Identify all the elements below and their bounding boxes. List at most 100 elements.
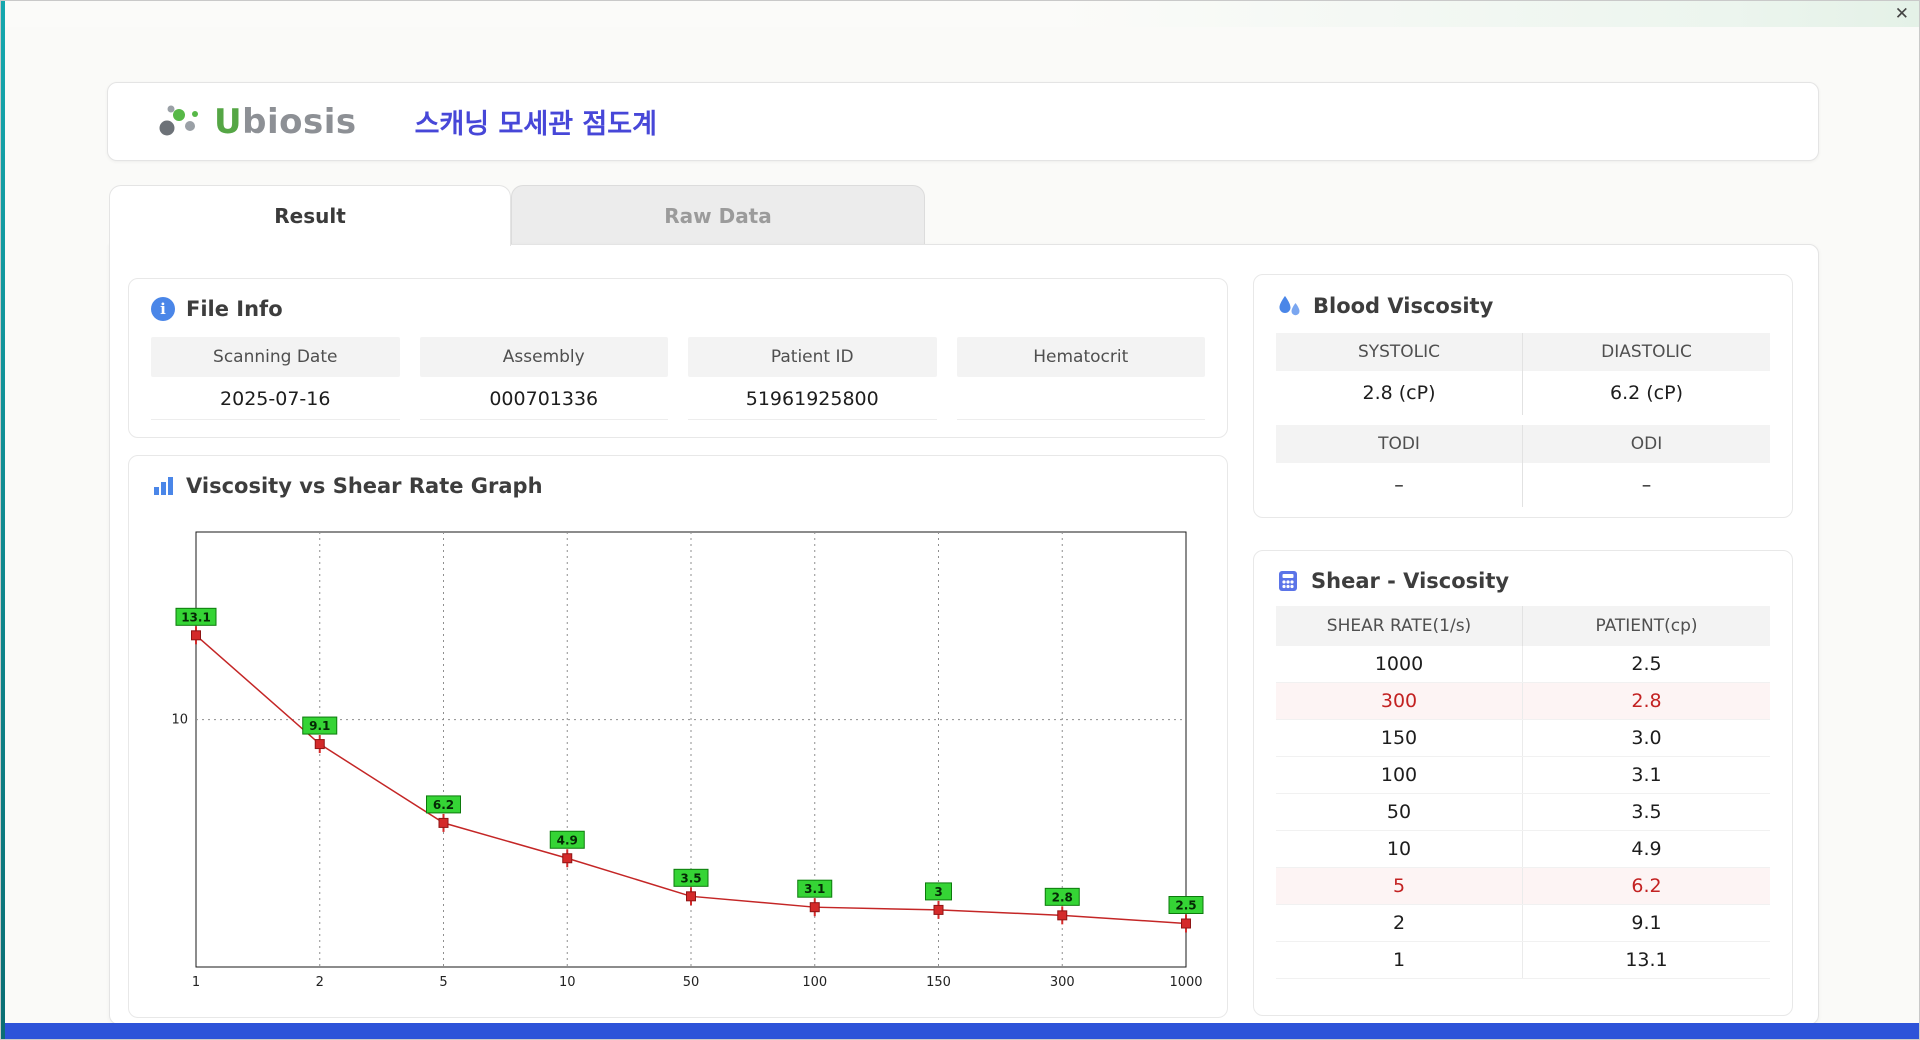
- bv-value-row-2: – –: [1276, 463, 1770, 507]
- shear-viscosity-card: Shear - Viscosity SHEAR RATE(1/s) PATIEN…: [1253, 550, 1793, 1016]
- field-label-patient-id: Patient ID: [688, 337, 937, 377]
- tab-raw-data[interactable]: Raw Data: [511, 185, 925, 246]
- bv-header-row-2: TODI ODI: [1276, 425, 1770, 463]
- field-value-hematocrit: [956, 377, 1205, 420]
- file-info-grid: Scanning Date Assembly Patient ID Hemato…: [151, 337, 1205, 420]
- shear-rate-cell: 5: [1276, 868, 1523, 904]
- patient-cell: 2.5: [1631, 653, 1662, 675]
- window-titlebar: [1, 1, 1919, 27]
- svg-text:2.5: 2.5: [1175, 899, 1196, 913]
- svg-text:6.2: 6.2: [433, 798, 454, 812]
- logo-text-u: U: [214, 101, 243, 142]
- shear-table: SHEAR RATE(1/s) PATIENT(cp) 1000 2.5 300 2.…: [1276, 606, 1770, 979]
- viscosity-graph-card: Viscosity vs Shear Rate Graph 10 1 2 5 10 50 1…: [128, 455, 1228, 1018]
- window-left-edge: [1, 1, 5, 1039]
- patient-cell: 9.1: [1631, 912, 1662, 934]
- table-row: 1000 2.5: [1276, 646, 1770, 683]
- systolic-label: SYSTOLIC: [1276, 333, 1523, 371]
- column-patient: PATIENT(cp): [1595, 616, 1698, 636]
- todi-value: –: [1276, 463, 1523, 507]
- blood-viscosity-title-row: Blood Viscosity: [1276, 293, 1770, 319]
- svg-text:300: 300: [1050, 975, 1075, 990]
- svg-text:9.1: 9.1: [309, 719, 330, 733]
- svg-text:5: 5: [439, 975, 447, 990]
- svg-text:3.1: 3.1: [804, 882, 825, 896]
- patient-cell: 4.9: [1631, 838, 1662, 860]
- table-row: 50 3.5: [1276, 794, 1770, 831]
- svg-text:3: 3: [934, 885, 942, 899]
- file-info-title-row: i File Info: [151, 297, 1205, 321]
- shear-rate-cell: 150: [1276, 720, 1523, 756]
- info-icon: i: [151, 297, 175, 321]
- table-row: 300 2.8: [1276, 683, 1770, 720]
- svg-text:1: 1: [192, 975, 200, 990]
- droplet-icon: [1279, 296, 1300, 316]
- field-value-scanning-date: 2025-07-16: [151, 377, 400, 420]
- logo-dots-icon: [159, 105, 198, 135]
- shear-viscosity-title: Shear - Viscosity: [1311, 569, 1510, 593]
- tab-result[interactable]: Result: [109, 185, 511, 246]
- bar-chart-icon: [154, 477, 173, 495]
- close-icon[interactable]: ✕: [1895, 4, 1909, 24]
- shear-title-row: Shear - Viscosity: [1276, 569, 1770, 593]
- calculator-icon: [1279, 571, 1297, 591]
- graph-title: Viscosity vs Shear Rate Graph: [186, 474, 543, 498]
- diastolic-label: DIASTOLIC: [1601, 342, 1692, 362]
- svg-text:2: 2: [316, 975, 324, 990]
- bv-value-row-1: 2.8 (cP) 6.2 (cP): [1276, 371, 1770, 415]
- svg-text:4.9: 4.9: [557, 833, 578, 847]
- patient-cell: 2.8: [1631, 690, 1662, 712]
- shear-rate-cell: 1000: [1276, 646, 1523, 682]
- file-info-title: File Info: [186, 297, 283, 321]
- ubiosis-logo: Ubiosis: [156, 102, 357, 142]
- field-value-assembly: 000701336: [419, 377, 668, 420]
- shear-table-body: 1000 2.5 300 2.8 150 3.0 100 3.1 50 3.5 10 4.9 5 6.2 2…: [1276, 646, 1770, 979]
- viscosity-chart: 10 1 2 5 10 50 100 150 300 1000 13.1 9.1 6.2 4.9 3.5 3.…: [151, 518, 1205, 1003]
- patient-cell: 6.2: [1631, 875, 1662, 897]
- svg-text:3.5: 3.5: [680, 871, 701, 885]
- page-title: 스캐닝 모세관 점도계: [414, 109, 657, 140]
- shear-rate-cell: 50: [1276, 794, 1523, 830]
- blood-viscosity-card: Blood Viscosity SYSTOLIC DIASTOLIC 2.8 (…: [1253, 274, 1793, 518]
- shear-rate-cell: 1: [1276, 942, 1523, 978]
- logo-text-rest: biosis: [242, 101, 357, 142]
- table-row: 1 13.1: [1276, 942, 1770, 979]
- shear-rate-cell: 300: [1276, 683, 1523, 719]
- svg-text:10: 10: [559, 975, 576, 990]
- logo-text: Ubiosis: [214, 102, 357, 142]
- window-footer-bar: [1, 1023, 1919, 1039]
- column-shear-rate: SHEAR RATE(1/s): [1276, 606, 1523, 646]
- systolic-value: 2.8 (cP): [1276, 371, 1523, 415]
- svg-text:2.8: 2.8: [1052, 890, 1073, 904]
- result-panel: i File Info Scanning Date Assembly Patie…: [109, 244, 1819, 1025]
- patient-cell: 13.1: [1625, 949, 1668, 971]
- app-window: ✕ Ubiosis 스캐닝 모세관 점도계 Result Raw Data i …: [0, 0, 1920, 1040]
- blood-viscosity-grid: SYSTOLIC DIASTOLIC 2.8 (cP) 6.2 (cP) TOD…: [1276, 333, 1770, 507]
- table-row: 100 3.1: [1276, 757, 1770, 794]
- svg-text:100: 100: [802, 975, 827, 990]
- app-header: Ubiosis 스캐닝 모세관 점도계: [107, 82, 1819, 161]
- table-row: 150 3.0: [1276, 720, 1770, 757]
- table-row: 2 9.1: [1276, 905, 1770, 942]
- todi-label: TODI: [1276, 425, 1523, 463]
- odi-label: ODI: [1630, 434, 1663, 454]
- graph-title-row: Viscosity vs Shear Rate Graph: [151, 474, 1205, 498]
- svg-text:10: 10: [171, 713, 188, 728]
- svg-text:1000: 1000: [1169, 975, 1202, 990]
- table-row: 5 6.2: [1276, 868, 1770, 905]
- shear-rate-cell: 2: [1276, 905, 1523, 941]
- shear-rate-cell: 10: [1276, 831, 1523, 867]
- shear-rate-cell: 100: [1276, 757, 1523, 793]
- patient-cell: 3.1: [1631, 764, 1662, 786]
- patient-cell: 3.5: [1631, 801, 1662, 823]
- field-value-patient-id: 51961925800: [688, 377, 937, 420]
- svg-text:150: 150: [926, 975, 951, 990]
- field-label-assembly: Assembly: [419, 337, 668, 377]
- diastolic-value: 6.2 (cP): [1610, 382, 1683, 404]
- svg-text:13.1: 13.1: [181, 610, 211, 624]
- file-info-card: i File Info Scanning Date Assembly Patie…: [128, 278, 1228, 438]
- patient-cell: 3.0: [1631, 727, 1662, 749]
- field-label-scanning-date: Scanning Date: [151, 337, 400, 377]
- field-label-hematocrit: Hematocrit: [956, 337, 1205, 377]
- blood-viscosity-title: Blood Viscosity: [1313, 294, 1494, 318]
